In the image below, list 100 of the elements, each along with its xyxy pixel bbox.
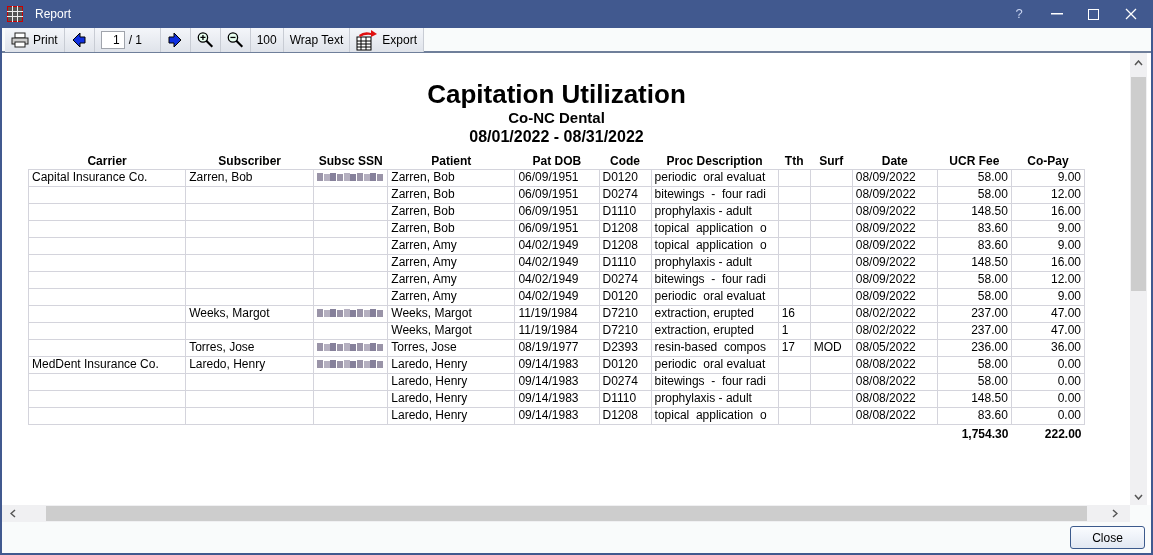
export-button[interactable]: Export — [350, 27, 424, 52]
table-cell: bitewings - four radi — [651, 373, 779, 390]
table-cell — [810, 169, 853, 186]
scroll-right-icon — [1112, 509, 1118, 518]
table-cell: periodic oral evaluat — [651, 169, 779, 186]
table-cell: 08/09/2022 — [852, 169, 938, 186]
table-cell: extraction, erupted — [651, 305, 779, 322]
blurred-text-drawing — [317, 359, 384, 370]
column-header: Subscriber — [185, 153, 314, 169]
table-cell: topical application o — [651, 407, 779, 424]
table-cell — [810, 237, 853, 254]
column-header: Pat DOB — [514, 153, 599, 169]
table-cell — [810, 288, 853, 305]
table-cell: 06/09/1951 — [514, 186, 599, 203]
zoom-level-button[interactable]: 100 — [250, 27, 284, 52]
table-cell: 04/02/1949 — [514, 254, 599, 271]
table-cell: 08/05/2022 — [852, 339, 938, 356]
table-cell: MOD — [810, 339, 853, 356]
close-button[interactable]: Close — [1070, 526, 1145, 549]
table-cell: 17 — [778, 339, 811, 356]
table-cell: Torres, Jose — [185, 339, 314, 356]
table-cell: 08/09/2022 — [852, 203, 938, 220]
table-cell — [810, 271, 853, 288]
column-header: UCR Fee — [937, 153, 1012, 169]
table-cell: Torres, Jose — [387, 339, 515, 356]
print-button[interactable]: Print — [5, 27, 65, 52]
table-cell: 16 — [778, 305, 811, 322]
help-button[interactable]: ? — [999, 4, 1039, 24]
table-cell: 9.00 — [1011, 169, 1085, 186]
table-cell — [810, 356, 853, 373]
total-cell: 1,754.30 — [937, 424, 1012, 443]
table-cell: 16.00 — [1011, 203, 1085, 220]
table-cell: 9.00 — [1011, 220, 1085, 237]
table-cell: D1110 — [599, 254, 652, 271]
vertical-scrollbar[interactable] — [1130, 53, 1147, 505]
table-cell: Laredo, Henry — [387, 356, 515, 373]
close-icon — [1125, 8, 1137, 20]
table-cell — [810, 203, 853, 220]
wrap-text-button[interactable]: Wrap Text — [283, 27, 351, 52]
scroll-thumb[interactable] — [46, 506, 1087, 521]
table-cell: 08/02/2022 — [852, 305, 938, 322]
table-cell: 08/08/2022 — [852, 390, 938, 407]
right-arrow-icon — [168, 31, 183, 48]
blurred-text-drawing — [317, 308, 384, 319]
table-cell: 06/09/1951 — [514, 203, 599, 220]
table-cell: 1 — [778, 322, 811, 339]
table-cell: 04/02/1949 — [514, 237, 599, 254]
table-cell: periodic oral evaluat — [651, 356, 779, 373]
horizontal-scrollbar[interactable] — [2, 505, 1130, 522]
table-cell — [810, 220, 853, 237]
maximize-icon — [1087, 8, 1099, 20]
minimize-icon — [1051, 13, 1063, 15]
table-cell: 06/09/1951 — [514, 220, 599, 237]
zoom-out-button[interactable] — [220, 27, 251, 52]
table-cell: 237.00 — [937, 322, 1012, 339]
table-cell: 04/02/1949 — [514, 271, 599, 288]
scroll-thumb[interactable] — [1131, 77, 1146, 291]
table-cell: prophylaxis - adult — [651, 254, 779, 271]
app-icon — [7, 6, 23, 22]
column-header: Co-Pay — [1011, 153, 1085, 169]
next-page-button[interactable] — [160, 27, 191, 52]
table-cell — [778, 169, 811, 186]
table-cell: bitewings - four radi — [651, 271, 779, 288]
table-cell: Weeks, Margot — [387, 305, 515, 322]
table-cell: 08/09/2022 — [852, 254, 938, 271]
blurred-text-drawing — [317, 172, 384, 183]
table-cell: 09/14/1983 — [514, 356, 599, 373]
table-cell: D0120 — [599, 288, 652, 305]
table-cell: Zarren, Amy — [387, 271, 515, 288]
report-date-range: 08/01/2022 - 08/31/2022 — [469, 127, 644, 147]
column-header: Patient — [387, 153, 515, 169]
table-cell: 0.00 — [1011, 390, 1085, 407]
table-cell: 148.50 — [937, 254, 1012, 271]
table-cell — [810, 373, 853, 390]
column-header: Subsc SSN — [313, 153, 388, 169]
page-field[interactable]: 1 — [100, 30, 125, 49]
table-cell — [778, 254, 811, 271]
table-cell — [810, 254, 853, 271]
table-cell — [778, 390, 811, 407]
table-cell: 08/09/2022 — [852, 186, 938, 203]
table-cell: 0.00 — [1011, 356, 1085, 373]
table-cell: Zarren, Amy — [387, 288, 515, 305]
table-cell: 11/19/1984 — [514, 305, 599, 322]
table-cell — [778, 186, 811, 203]
table-cell: topical application o — [651, 237, 779, 254]
table-cell: 9.00 — [1011, 288, 1085, 305]
table-cell: Zarren, Bob — [387, 186, 515, 203]
table-cell: Zarren, Amy — [387, 237, 515, 254]
table-cell — [778, 220, 811, 237]
table-cell: 83.60 — [937, 220, 1012, 237]
table-cell: MedDent Insurance Co. — [28, 356, 186, 373]
table-cell: D0274 — [599, 271, 652, 288]
table-cell: 08/09/2022 — [852, 271, 938, 288]
zoom-in-button[interactable] — [190, 27, 221, 52]
table-cell: 0.00 — [1011, 373, 1085, 390]
column-header: Surf — [810, 153, 853, 169]
table-cell: Laredo, Henry — [387, 407, 515, 424]
table-cell: 08/09/2022 — [852, 220, 938, 237]
scroll-left-icon — [10, 509, 16, 518]
previous-page-button[interactable] — [64, 27, 95, 52]
